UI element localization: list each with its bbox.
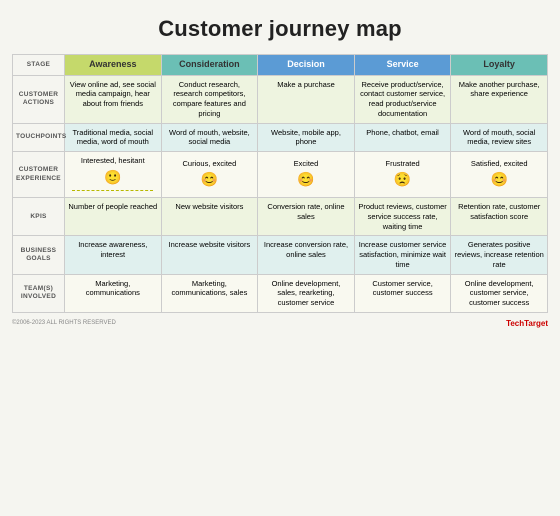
emoji-awareness: 🙂 — [68, 168, 158, 186]
kpis-decision: Conversion rate, online sales — [258, 198, 355, 236]
table-row-kpis: KPIS Number of people reached New websit… — [13, 198, 548, 236]
touchpoints-loyalty: Word of mouth, social media, review site… — [451, 123, 548, 152]
table-row-goals: BUSINESS GOALS Increase awareness, inter… — [13, 236, 548, 274]
label-goals: BUSINESS GOALS — [13, 236, 65, 274]
emoji-service: 😟 — [358, 170, 448, 188]
page-title: Customer journey map — [158, 16, 402, 42]
label-actions: CUSTOMER ACTIONS — [13, 75, 65, 123]
label-touchpoints: TOUCHPOINTS — [13, 123, 65, 152]
goals-service: Increase customer service satisfaction, … — [354, 236, 451, 274]
journey-map-table: STAGE Awareness Consideration Decision S… — [12, 54, 548, 313]
experience-consideration: Curious, excited 😊 — [161, 152, 258, 198]
label-kpis: KPIS — [13, 198, 65, 236]
experience-decision: Excited 😊 — [258, 152, 355, 198]
actions-loyalty: Make another purchase, share experience — [451, 75, 548, 123]
footer-logo: TechTarget — [506, 319, 548, 328]
text-awareness-exp: Interested, hesitant — [81, 156, 145, 165]
stage-header: STAGE — [13, 55, 65, 76]
experience-loyalty: Satisfied, excited 😊 — [451, 152, 548, 198]
emoji-consideration: 😊 — [165, 170, 255, 188]
footer: ©2006-2023 ALL RIGHTS RESERVED TechTarge… — [12, 319, 548, 328]
touchpoints-consideration: Word of mouth, website, social media — [161, 123, 258, 152]
teams-awareness: Marketing, communications — [65, 274, 162, 312]
teams-decision: Online development, sales, rearketing, c… — [258, 274, 355, 312]
table-row-touchpoints: TOUCHPOINTS Traditional media, social me… — [13, 123, 548, 152]
label-teams: TEAM(S) INVOLVED — [13, 274, 65, 312]
touchpoints-awareness: Traditional media, social media, word of… — [65, 123, 162, 152]
table-row-experience: CUSTOMER EXPERIENCE Interested, hesitant… — [13, 152, 548, 198]
header-decision: Decision — [258, 55, 355, 76]
goals-loyalty: Generates positive reviews, increase ret… — [451, 236, 548, 274]
text-consideration-exp: Curious, excited — [183, 159, 237, 168]
emoji-decision: 😊 — [261, 170, 351, 188]
text-loyalty-exp: Satisfied, excited — [471, 159, 528, 168]
header-awareness: Awareness — [65, 55, 162, 76]
goals-consideration: Increase website visitors — [161, 236, 258, 274]
kpis-consideration: New website visitors — [161, 198, 258, 236]
actions-service: Receive product/service, contact custome… — [354, 75, 451, 123]
actions-awareness: View online ad, see social media campaig… — [65, 75, 162, 123]
table-row-teams: TEAM(S) INVOLVED Marketing, communicatio… — [13, 274, 548, 312]
kpis-loyalty: Retention rate, customer satisfaction sc… — [451, 198, 548, 236]
touchpoints-decision: Website, mobile app, phone — [258, 123, 355, 152]
touchpoints-service: Phone, chatbot, email — [354, 123, 451, 152]
teams-loyalty: Online development, customer service, cu… — [451, 274, 548, 312]
kpis-awareness: Number of people reached — [65, 198, 162, 236]
goals-decision: Increase conversion rate, online sales — [258, 236, 355, 274]
goals-awareness: Increase awareness, interest — [65, 236, 162, 274]
text-decision-exp: Excited — [294, 159, 319, 168]
header-consideration: Consideration — [161, 55, 258, 76]
emoji-loyalty: 😊 — [454, 170, 544, 188]
label-experience: CUSTOMER EXPERIENCE — [13, 152, 65, 198]
teams-service: Customer service, customer success — [354, 274, 451, 312]
actions-consideration: Conduct research, research competitors, … — [161, 75, 258, 123]
header-loyalty: Loyalty — [451, 55, 548, 76]
kpis-service: Product reviews, customer service succes… — [354, 198, 451, 236]
dotted-line — [72, 190, 153, 191]
teams-consideration: Marketing, communications, sales — [161, 274, 258, 312]
table-row-actions: CUSTOMER ACTIONS View online ad, see soc… — [13, 75, 548, 123]
text-service-exp: Frustrated — [385, 159, 419, 168]
header-service: Service — [354, 55, 451, 76]
footer-copyright: ©2006-2023 ALL RIGHTS RESERVED — [12, 320, 116, 326]
experience-awareness: Interested, hesitant 🙂 — [65, 152, 162, 198]
actions-decision: Make a purchase — [258, 75, 355, 123]
experience-service: Frustrated 😟 — [354, 152, 451, 198]
